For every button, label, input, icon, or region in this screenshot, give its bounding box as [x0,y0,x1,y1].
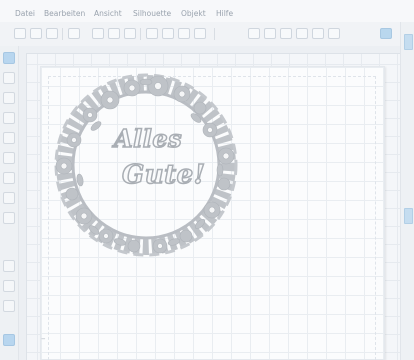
ruler-top [19,46,400,54]
zoom-out-icon[interactable] [264,28,276,39]
line-tool-icon[interactable] [3,92,15,104]
ellipse-tool-icon[interactable] [3,132,15,144]
pan-icon[interactable] [194,28,206,39]
menu-ansicht[interactable]: Ansicht [94,9,122,18]
toolbar-divider [214,28,215,40]
toolbar-divider [140,28,141,40]
menu-objekt[interactable]: Objekt [181,9,206,18]
menu-bar: Datei Bearbeiten Ansicht Silhouette Obje… [0,0,414,23]
zoom-minus-label[interactable]: – [41,334,46,344]
rectangle-tool-icon[interactable] [3,112,15,124]
menu-datei[interactable]: Datei [15,9,35,18]
pointer-icon[interactable] [178,28,190,39]
paste-icon[interactable] [124,28,136,39]
text-tool-icon[interactable] [3,260,15,272]
zoom-in-icon[interactable] [248,28,260,39]
pan-tool-icon[interactable] [3,334,15,346]
edit-points-icon[interactable] [3,72,15,84]
main-toolbar [0,22,414,47]
open-icon[interactable] [30,28,42,39]
copy-icon[interactable] [108,28,120,39]
tool-sidebar [0,46,19,360]
eraser-tool-icon[interactable] [3,280,15,292]
redo-icon[interactable] [162,28,174,39]
panel-tab-send[interactable] [404,208,413,224]
smooth-tool-icon[interactable] [3,212,15,224]
undo-icon[interactable] [146,28,158,39]
settings-icon[interactable] [328,28,340,39]
menu-hilfe[interactable]: Hilfe [216,9,233,18]
new-file-icon[interactable] [14,28,26,39]
print-icon[interactable] [68,28,80,39]
design-text-alles: Alles [113,123,183,154]
ruler-left [19,53,27,360]
select-tool-icon[interactable] [3,52,15,64]
menu-silhouette[interactable]: Silhouette [133,9,171,18]
refresh-icon[interactable] [312,28,324,39]
wreath-design[interactable]: Alles Gute! [50,70,242,260]
zoom-select-icon[interactable] [296,28,308,39]
zoom-fit-icon[interactable] [280,28,292,39]
toolbar-divider [62,28,63,40]
menu-bearbeiten[interactable]: Bearbeiten [44,9,85,18]
knife-tool-icon[interactable] [3,300,15,312]
design-store-icon[interactable] [380,28,392,39]
curve-tool-icon[interactable] [3,172,15,184]
save-icon[interactable] [46,28,58,39]
polygon-tool-icon[interactable] [3,152,15,164]
design-text-gute: Gute! [121,159,206,191]
right-panel [400,22,414,360]
freehand-tool-icon[interactable] [3,192,15,204]
cut-icon[interactable] [92,28,104,39]
panel-tab-design[interactable] [404,34,413,50]
